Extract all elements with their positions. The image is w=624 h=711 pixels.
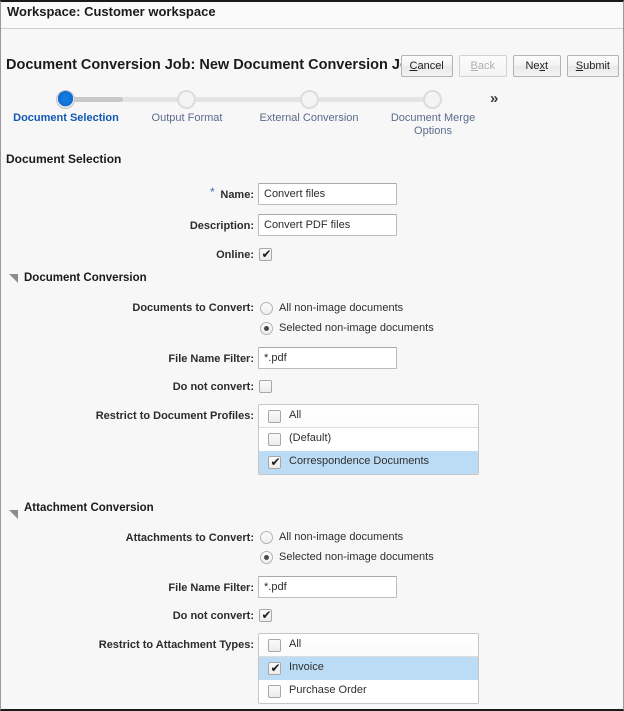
attachment-file-name-filter-label: File Name Filter: — [168, 582, 254, 594]
document-conversion-title: Document Conversion — [24, 272, 147, 284]
restrict-document-profiles-label: Restrict to Document Profiles: — [95, 410, 254, 422]
list-item-label: Invoice — [289, 661, 324, 673]
name-label: Name: — [220, 189, 254, 201]
train-label-output-format[interactable]: Output Format — [127, 112, 247, 125]
document-do-not-convert-checkbox[interactable] — [259, 380, 272, 393]
list-item-label: Purchase Order — [289, 684, 367, 696]
list-item[interactable]: Invoice — [259, 657, 478, 680]
list-item-label: Correspondence Documents — [289, 455, 430, 467]
attachment-file-name-filter-input[interactable] — [258, 576, 397, 598]
attachment-do-not-convert-label: Do not convert: — [172, 610, 254, 622]
train-label-document-selection[interactable]: Document Selection — [1, 112, 131, 125]
list-item-label: All — [289, 638, 302, 650]
list-item[interactable]: Purchase Order — [259, 680, 478, 703]
document-conversion-disclosure-icon[interactable] — [9, 274, 18, 283]
attachment-do-not-convert-checkbox[interactable] — [259, 607, 273, 623]
list-item-label: All — [289, 409, 302, 421]
document-do-not-convert-label: Do not convert: — [172, 381, 254, 393]
train-node-output-format[interactable] — [177, 90, 196, 109]
online-label: Online: — [216, 249, 254, 261]
description-label: Description: — [189, 220, 254, 232]
attachments-to-convert-radio-all-label[interactable]: All non-image documents — [279, 531, 403, 543]
list-item[interactable]: All — [259, 405, 478, 428]
documents-to-convert-radio-all[interactable] — [260, 302, 273, 315]
restrict-document-profiles-listbox[interactable]: All (Default) Correspondence Documents — [258, 404, 479, 475]
list-item[interactable]: Correspondence Documents — [259, 451, 478, 474]
description-input[interactable] — [258, 214, 397, 236]
documents-to-convert-radio-selected-label[interactable]: Selected non-image documents — [279, 322, 434, 334]
attachment-conversion-disclosure-icon[interactable] — [9, 510, 18, 519]
workspace-bar: Workspace: Customer workspace — [1, 2, 623, 29]
application-frame: Workspace: Customer workspace Document C… — [0, 0, 624, 711]
train-node-document-selection[interactable] — [56, 90, 75, 109]
list-item-label: (Default) — [289, 432, 332, 444]
train-segment-3 — [196, 97, 309, 102]
list-item[interactable]: All — [259, 634, 478, 657]
profile-default-checkbox[interactable] — [268, 433, 281, 446]
submit-button[interactable]: Submit — [566, 55, 619, 77]
page-title: Document Conversion Job: New Document Co… — [6, 57, 418, 73]
profile-correspondence-checkbox[interactable] — [268, 454, 282, 470]
attachment-type-all-checkbox[interactable] — [268, 639, 281, 652]
document-file-name-filter-label: File Name Filter: — [168, 353, 254, 365]
cancel-button[interactable]: Cancel — [400, 55, 453, 77]
workspace-title: Workspace: Customer workspace — [7, 4, 216, 19]
train-node-document-merge-options[interactable] — [423, 90, 442, 109]
attachments-to-convert-radio-selected-label[interactable]: Selected non-image documents — [279, 551, 434, 563]
train-node-external-conversion[interactable] — [300, 90, 319, 109]
document-file-name-filter-input[interactable] — [258, 347, 397, 369]
online-checkbox[interactable] — [259, 246, 273, 262]
profile-all-checkbox[interactable] — [268, 410, 281, 423]
header-button-group: Cancel Back Next Submit — [400, 55, 619, 77]
attachment-type-invoice-checkbox[interactable] — [268, 660, 282, 676]
attachment-conversion-title: Attachment Conversion — [24, 502, 154, 514]
attachment-type-purchase-order-checkbox[interactable] — [268, 685, 281, 698]
documents-to-convert-radio-selected[interactable] — [260, 322, 273, 335]
restrict-attachment-types-listbox[interactable]: All Invoice Purchase Order — [258, 633, 479, 704]
next-button[interactable]: Next — [512, 55, 561, 77]
back-button: Back — [458, 55, 507, 77]
train-label-document-merge-options[interactable]: Document Merge Options — [373, 112, 493, 138]
attachments-to-convert-label: Attachments to Convert: — [125, 532, 254, 544]
documents-to-convert-radio-all-label[interactable]: All non-image documents — [279, 302, 403, 314]
train-segment-4 — [319, 97, 432, 102]
name-input[interactable] — [258, 183, 397, 205]
attachments-to-convert-radio-all[interactable] — [260, 531, 273, 544]
documents-to-convert-label: Documents to Convert: — [132, 302, 254, 314]
attachments-to-convert-radio-selected[interactable] — [260, 551, 273, 564]
page-section-title: Document Selection — [6, 152, 122, 166]
list-item[interactable]: (Default) — [259, 428, 478, 451]
train-stepper: Document Selection Output Format Externa… — [1, 88, 623, 142]
train-overflow-icon[interactable]: » — [490, 90, 498, 107]
train-rail — [1, 88, 623, 110]
page-header: Document Conversion Job: New Document Co… — [1, 54, 623, 86]
train-label-external-conversion[interactable]: External Conversion — [239, 112, 379, 125]
restrict-attachment-types-label: Restrict to Attachment Types: — [98, 639, 254, 651]
